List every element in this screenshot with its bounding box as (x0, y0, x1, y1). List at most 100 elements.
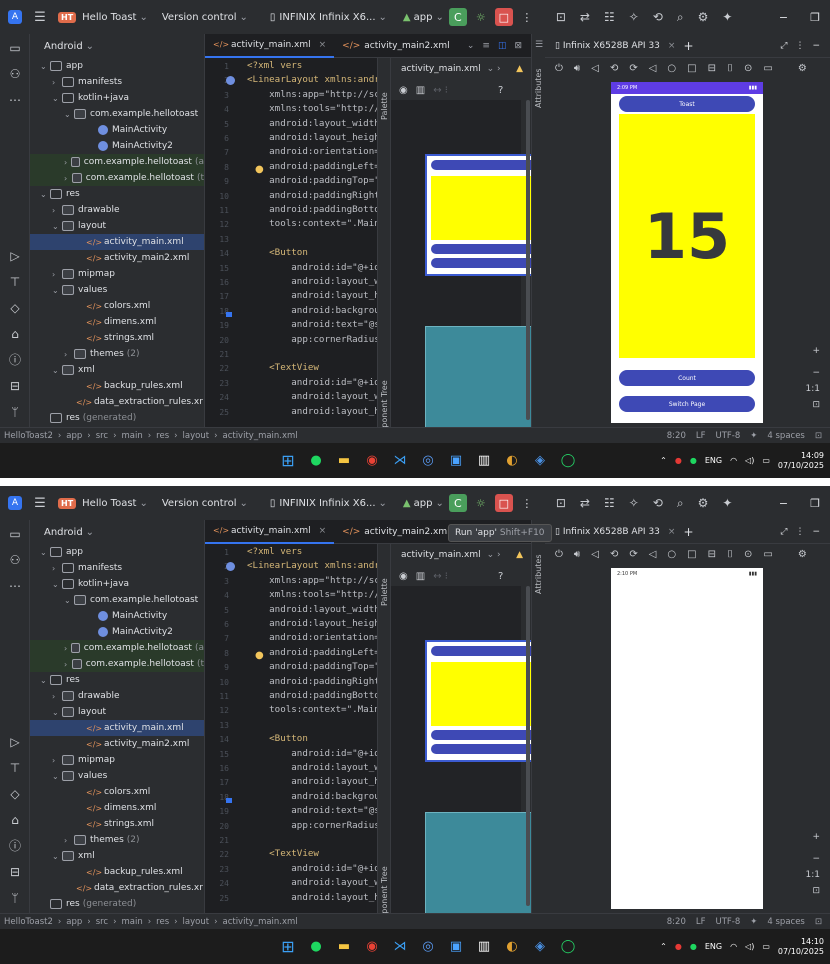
tree-item[interactable]: </> colors.xml (30, 784, 204, 800)
tree-item[interactable]: › com.example.hellotoast (a (30, 640, 204, 656)
breadcrumb-item[interactable]: HelloToast2 (4, 431, 53, 441)
code-line[interactable]: app:cornerRadius (247, 334, 377, 345)
tree-item[interactable]: ⌄ values (30, 282, 204, 298)
layout-canvas[interactable] (391, 586, 551, 922)
audio-app-icon[interactable]: ▥ (474, 937, 494, 957)
chevron-icon[interactable]: ⌄ (52, 852, 62, 861)
tab-activity-main2[interactable]: </> activity_main2.xml (334, 34, 457, 58)
vscode-icon[interactable]: ⋊ (390, 451, 410, 471)
code-line[interactable]: android:layout_w (247, 391, 377, 402)
build-variants-icon[interactable]: ▷ (7, 248, 23, 264)
tree-item[interactable]: › drawable (30, 202, 204, 218)
zoom-in-icon[interactable]: + (812, 832, 820, 842)
tab-activity-main[interactable]: </> activity_main.xml × (205, 34, 335, 58)
layout-inspector-icon[interactable]: ☷ (604, 496, 615, 510)
breadcrumb-item[interactable]: layout (183, 431, 210, 441)
palette-label[interactable]: Palette (380, 578, 389, 606)
power-icon[interactable]: ⏻ (555, 549, 563, 560)
code-line[interactable]: android:text="@s (247, 805, 377, 816)
chevron-down-icon[interactable]: ⌄ (467, 41, 475, 51)
code-line[interactable]: android:layout_w (247, 877, 377, 888)
translate-icon[interactable]: ⇄ (580, 496, 590, 510)
tree-item[interactable]: res (generated) (30, 896, 204, 912)
code-line[interactable]: android:backgrou (247, 305, 377, 316)
minimize-icon[interactable]: − (812, 41, 820, 51)
breadcrumb-item[interactable]: activity_main.xml (222, 431, 297, 441)
chevron-icon[interactable]: › (64, 174, 72, 183)
rotate-right-icon[interactable]: ⟳ (629, 63, 637, 74)
code-line[interactable]: android:paddingLeft= (247, 161, 377, 172)
battery-icon[interactable]: ▭ (762, 456, 770, 465)
code-line[interactable]: xmlns:app="http://sc (247, 89, 377, 100)
blueprint-preview[interactable] (425, 812, 535, 922)
resource-manager-icon[interactable]: ⚇ (7, 66, 23, 82)
run-config-selector[interactable]: ▲ app ⌄ (403, 12, 444, 23)
app-icon[interactable]: ▣ (446, 937, 466, 957)
device-screen[interactable]: 2:10 PM ▮▮▮ (611, 568, 763, 909)
chevron-icon[interactable]: › (52, 564, 62, 573)
tree-item[interactable]: › drawable (30, 688, 204, 704)
ai-assistant-icon[interactable]: ✦ (750, 431, 757, 441)
debug-icon[interactable]: ☼ (472, 494, 490, 512)
chevron-icon[interactable]: › (52, 206, 62, 215)
ai-assistant-icon[interactable]: ✦ (750, 917, 757, 927)
code-line[interactable]: <LinearLayout xmlns:andr (247, 74, 377, 85)
code-line[interactable]: android:layout_h (247, 776, 377, 787)
code-line[interactable]: android:orientation= (247, 146, 377, 157)
zoom-out-icon[interactable]: − (812, 854, 820, 864)
project-selector[interactable]: HT Hello Toast ⌄ (58, 11, 148, 23)
file-encoding[interactable]: UTF-8 (715, 431, 740, 441)
tree-item[interactable]: </> data_extraction_rules.xr (30, 880, 204, 896)
hamburger-menu-icon[interactable]: ☰ (30, 496, 50, 511)
spotify-tray-icon[interactable]: ● (690, 942, 697, 951)
device-mirror-icon[interactable]: ⊡ (556, 496, 566, 510)
resize-icon[interactable]: ↔ ⁝ (433, 571, 448, 582)
design-file-selector[interactable]: activity_main.xml (401, 64, 481, 74)
spotify-icon[interactable]: ● (306, 937, 326, 957)
tree-item[interactable]: </> data_extraction_rules.xr (30, 394, 204, 410)
more-tools-icon[interactable]: ⋯ (7, 92, 23, 108)
tree-item[interactable]: ⌄ xml (30, 362, 204, 378)
layout-preview[interactable] (425, 640, 551, 762)
chevron-icon[interactable]: ⌄ (64, 110, 74, 119)
git-icon[interactable]: ᛘ (7, 890, 23, 906)
tree-item[interactable]: </> activity_main2.xml (30, 736, 204, 752)
windows-start-icon[interactable]: ⊞ (278, 451, 298, 471)
chevron-icon[interactable]: ⌄ (52, 772, 62, 781)
design-scrollbar[interactable] (526, 586, 530, 906)
chevron-icon[interactable]: ⌄ (52, 580, 62, 589)
split-view-icon[interactable]: ◫ (498, 41, 507, 51)
stop-button[interactable]: □ (494, 494, 513, 512)
code-line[interactable]: <Button (247, 247, 308, 258)
android-studio-logo[interactable]: A (8, 496, 22, 510)
device-selector[interactable]: ▯ INFINIX Infinix X6... ⌄ (270, 12, 387, 23)
stop-button[interactable]: □ (494, 8, 513, 26)
camera-icon[interactable]: ⌷ (727, 549, 733, 560)
gear-icon[interactable]: ⚙ (698, 10, 709, 24)
chart-app-icon[interactable]: ◐ (502, 451, 522, 471)
volume-down-icon[interactable]: ◁ (591, 63, 599, 74)
version-control-menu[interactable]: Version control ⌄ (162, 498, 248, 509)
device-tab[interactable]: ▯ Infinix X6528B API 33 (555, 527, 660, 537)
tree-item[interactable]: ⌄ app (30, 544, 204, 560)
tree-item[interactable]: </> activity_main.xml (30, 234, 204, 250)
zoom-in-icon[interactable]: + (812, 346, 820, 356)
line-separator[interactable]: LF (696, 431, 706, 441)
notifications-icon[interactable]: ⊡ (815, 917, 822, 927)
camera-icon[interactable]: ⌷ (727, 63, 733, 74)
volume-icon[interactable]: ◁) (745, 942, 754, 951)
gemini-icon[interactable]: ✦ (722, 496, 732, 510)
minimize-icon[interactable]: − (779, 11, 788, 24)
code-line[interactable]: android:backgrou (247, 791, 377, 802)
tree-item[interactable]: MainActivity (30, 122, 204, 138)
tree-item[interactable]: </> colors.xml (30, 298, 204, 314)
spotify-tray-icon[interactable]: ● (690, 456, 697, 465)
code-line[interactable]: <Button (247, 733, 308, 744)
battery-icon[interactable]: ▭ (762, 942, 770, 951)
whatsapp-icon[interactable]: ◯ (558, 937, 578, 957)
app-quality-icon[interactable]: ✧ (629, 10, 639, 24)
chevron-icon[interactable]: › (52, 270, 62, 279)
code-line[interactable]: android:paddingBotto (247, 690, 377, 701)
code-line[interactable]: android:id="@+id (247, 262, 377, 273)
tree-item[interactable]: MainActivity (30, 608, 204, 624)
